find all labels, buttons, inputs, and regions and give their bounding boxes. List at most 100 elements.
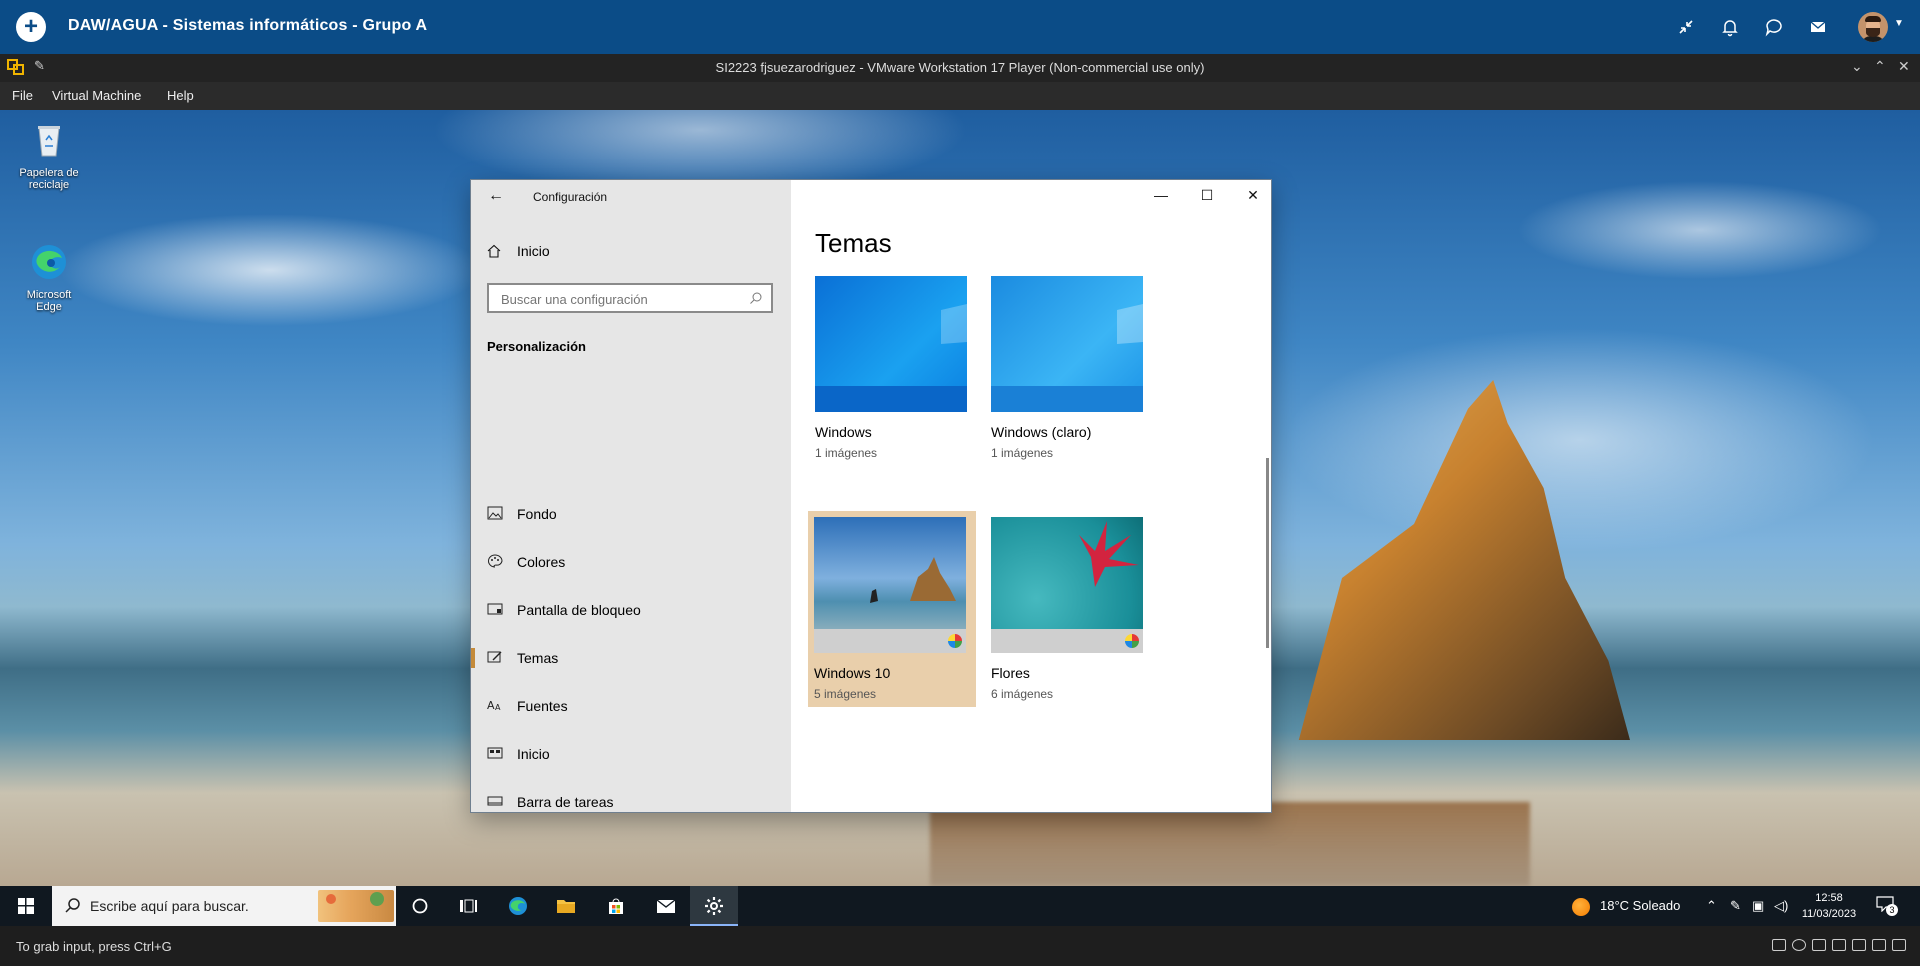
taskbar-edge-button[interactable] bbox=[494, 886, 542, 926]
add-icon[interactable]: + bbox=[16, 12, 46, 42]
file-explorer-button[interactable] bbox=[542, 886, 590, 926]
clock-date: 11/03/2023 bbox=[1801, 908, 1857, 920]
desktop-icon-recycle-bin[interactable]: Papelera de reciclaje bbox=[14, 120, 84, 191]
theme-tile-flores[interactable]: Flores 6 imágenes bbox=[985, 511, 1153, 707]
volume-icon[interactable]: ◁) bbox=[1774, 898, 1788, 914]
task-view-button[interactable] bbox=[444, 886, 492, 926]
theme-name: Windows (claro) bbox=[991, 424, 1092, 440]
app-title: DAW/AGUA - Sistemas informáticos - Grupo… bbox=[68, 17, 428, 34]
mail-icon bbox=[656, 899, 676, 913]
bell-icon[interactable] bbox=[1720, 17, 1740, 37]
device-display-icon[interactable] bbox=[1892, 939, 1906, 951]
sidebar-item-pantalla-bloqueo[interactable]: Pantalla de bloqueo bbox=[471, 590, 791, 630]
lock-screen-icon bbox=[487, 603, 503, 615]
device-usb-icon[interactable] bbox=[1852, 939, 1866, 951]
chevron-up-icon[interactable]: ⌃ bbox=[1706, 898, 1717, 914]
menu-virtual-machine[interactable]: Virtual Machine bbox=[52, 88, 141, 103]
desktop-icon-label: Papelera de reciclaje bbox=[19, 167, 79, 191]
device-cd-icon[interactable] bbox=[1792, 939, 1806, 951]
device-printer-icon[interactable] bbox=[1832, 939, 1846, 951]
theme-count: 6 imágenes bbox=[991, 687, 1054, 701]
chat-icon[interactable] bbox=[1764, 17, 1784, 37]
settings-window: ← Configuración Inicio Personalización F… bbox=[471, 180, 1271, 812]
device-sound-icon[interactable] bbox=[1872, 939, 1886, 951]
settings-taskbar-button[interactable] bbox=[690, 886, 738, 926]
mail-icon[interactable] bbox=[1808, 17, 1828, 37]
desktop-icon-edge[interactable]: Microsoft Edge bbox=[14, 242, 84, 313]
color-wheel-icon bbox=[948, 634, 962, 648]
wallpaper-rock bbox=[1298, 380, 1630, 740]
notification-center-button[interactable]: 3 bbox=[1876, 896, 1898, 916]
vmware-title-bar: ✎ SI2223 fjsuezarodriguez - VMware Works… bbox=[0, 54, 1920, 82]
sidebar-item-temas[interactable]: Temas bbox=[471, 638, 791, 678]
theme-name: Windows 10 bbox=[814, 665, 891, 681]
vmware-status-bar: To grab input, press Ctrl+G bbox=[0, 926, 1920, 966]
theme-thumbnail bbox=[991, 517, 1143, 653]
taskbar: Escribe aquí para buscar. 18°C Soleado ⌃… bbox=[0, 886, 1920, 926]
store-button[interactable] bbox=[592, 886, 640, 926]
clock[interactable]: 12:58 11/03/2023 bbox=[1796, 890, 1862, 922]
store-icon bbox=[609, 898, 623, 914]
weather-text[interactable]: 18°C Soleado bbox=[1600, 898, 1680, 913]
close-button[interactable]: ✕ bbox=[1233, 184, 1271, 206]
search-icon bbox=[65, 898, 80, 913]
taskbar-search-box[interactable]: Escribe aquí para buscar. bbox=[52, 886, 396, 926]
minimize-button[interactable]: — bbox=[1141, 184, 1181, 206]
task-view-icon bbox=[460, 899, 477, 913]
picture-icon bbox=[487, 506, 503, 520]
cortana-button[interactable] bbox=[396, 886, 444, 926]
avatar[interactable] bbox=[1858, 12, 1888, 42]
sidebar-item-colores[interactable]: Colores bbox=[471, 542, 791, 582]
taskbar-search-placeholder: Escribe aquí para buscar. bbox=[90, 898, 249, 914]
settings-search-box[interactable] bbox=[487, 283, 773, 313]
sidebar-item-label: Barra de tareas bbox=[517, 794, 614, 810]
menu-help[interactable]: Help bbox=[167, 88, 194, 103]
sidebar-item-label: Colores bbox=[517, 554, 566, 570]
pen-icon[interactable]: ✎ bbox=[1730, 898, 1741, 914]
close-icon[interactable]: ✕ bbox=[1898, 58, 1910, 75]
device-network-icon[interactable] bbox=[1812, 939, 1826, 951]
device-hdd-icon[interactable] bbox=[1772, 939, 1786, 951]
sidebar-item-barra-tareas[interactable]: Barra de tareas bbox=[471, 782, 791, 812]
theme-name: Windows bbox=[815, 424, 872, 440]
section-title: Personalización bbox=[487, 339, 586, 354]
theme-name: Flores bbox=[991, 665, 1030, 681]
clock-time: 12:58 bbox=[1815, 892, 1843, 904]
chevron-down-icon[interactable]: ▼ bbox=[1894, 18, 1904, 29]
theme-tile-footer bbox=[991, 629, 1143, 653]
search-icon[interactable] bbox=[749, 291, 763, 305]
network-icon[interactable]: ▣ bbox=[1752, 898, 1764, 914]
back-arrow-icon[interactable]: ← bbox=[488, 187, 504, 205]
sidebar-item-fondo[interactable]: Fondo bbox=[471, 494, 791, 534]
scrollbar[interactable] bbox=[1266, 458, 1269, 648]
mail-button[interactable] bbox=[642, 886, 690, 926]
taskbar-icon bbox=[487, 796, 503, 806]
vmware-window-title: SI2223 fjsuezarodriguez - VMware Worksta… bbox=[715, 60, 1205, 75]
maximize-button[interactable]: ☐ bbox=[1187, 184, 1227, 206]
sidebar-item-fuentes[interactable]: AA Fuentes bbox=[471, 686, 791, 726]
windows-logo-icon bbox=[18, 898, 34, 914]
theme-thumbnail bbox=[815, 276, 967, 412]
gear-icon bbox=[705, 897, 723, 915]
sidebar-item-label: Inicio bbox=[517, 746, 550, 762]
weather-sun-icon[interactable] bbox=[1572, 898, 1590, 916]
palette-icon bbox=[488, 554, 503, 568]
minimize-arrows-icon[interactable] bbox=[1676, 17, 1696, 37]
settings-search-input[interactable] bbox=[499, 289, 743, 309]
sidebar-item-inicio[interactable]: Inicio bbox=[471, 734, 791, 774]
sidebar-item-label: Pantalla de bloqueo bbox=[517, 602, 641, 618]
theme-tile-windows[interactable]: Windows 1 imágenes bbox=[809, 270, 977, 466]
collapse-icon[interactable]: ⌄ bbox=[1851, 58, 1863, 75]
page-title: Temas bbox=[815, 228, 892, 258]
theme-count: 1 imágenes bbox=[815, 446, 878, 460]
settings-sidebar: ← Configuración Inicio Personalización F… bbox=[471, 180, 791, 812]
start-button[interactable] bbox=[0, 886, 52, 926]
theme-tile-footer bbox=[814, 629, 966, 653]
desktop-icon-label: Microsoft Edge bbox=[26, 289, 72, 313]
status-message: To grab input, press Ctrl+G bbox=[16, 939, 172, 954]
theme-tile-windows-claro[interactable]: Windows (claro) 1 imágenes bbox=[985, 270, 1153, 466]
theme-count: 1 imágenes bbox=[991, 446, 1054, 460]
menu-file[interactable]: File bbox=[12, 88, 33, 103]
theme-tile-windows-10[interactable]: Windows 10 5 imágenes bbox=[808, 511, 976, 707]
restore-icon[interactable]: ⌃ bbox=[1874, 58, 1886, 75]
